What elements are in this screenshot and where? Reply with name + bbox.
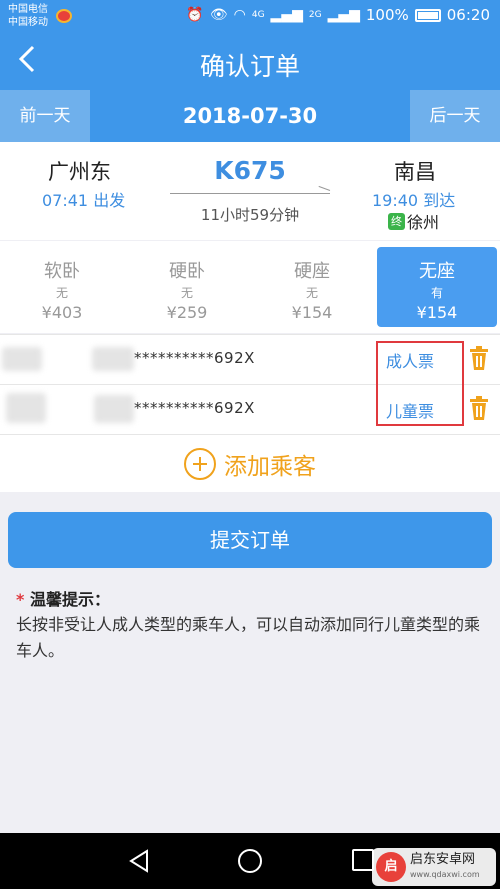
blurred-id-prefix [92, 347, 134, 371]
page-title: 确认订单 [199, 52, 300, 81]
alarm-icon: ⏰ [186, 7, 204, 23]
network-1: 4G [251, 10, 265, 20]
watermark: 启 启东安卓网 www.qdaxwi.com [372, 848, 496, 886]
blurred-name [6, 393, 46, 423]
add-passenger-button[interactable]: 添加乘客 [0, 434, 500, 492]
seat-options: 软卧 无 ¥403 硬卧 无 ¥259 硬座 无 ¥154 无座 有 ¥154 [0, 241, 500, 333]
add-passenger-label: 添加乘客 [224, 453, 316, 480]
seat-option-no-seat[interactable]: 无座 有 ¥154 [377, 247, 497, 327]
train-info: 广州东 07:41 出发 K675 11小时59分钟 南昌 19:40 到达 终… [0, 142, 500, 240]
signal-icon-2: ▂▄▆ [327, 7, 360, 23]
blurred-id-prefix [94, 395, 134, 423]
seat-price: ¥259 [166, 303, 208, 322]
seat-availability: 无 [180, 286, 193, 300]
clock: 06:20 [446, 6, 490, 24]
weibo-icon [56, 9, 72, 23]
terminal-badge: 终 [388, 212, 405, 230]
next-day-button[interactable]: 后一天 [410, 90, 500, 142]
seat-name: 硬座 [294, 261, 330, 282]
seat-price: ¥403 [41, 303, 83, 322]
seat-availability: 无 [305, 286, 318, 300]
nav-bar: 确认订单 [0, 34, 500, 90]
seat-option-hard-sleeper[interactable]: 硬卧 无 ¥259 [127, 247, 247, 327]
date-bar: 前一天 2018-07-30 后一天 [0, 90, 500, 142]
route-arrow [170, 193, 330, 194]
tips-title: * 温馨提示： [16, 586, 110, 610]
tips-title-text: 温馨提示： [29, 590, 110, 609]
watermark-url: www.qdaxwi.com [410, 870, 480, 879]
seat-price: ¥154 [291, 303, 333, 322]
signal-icon: ▂▄▆ [270, 7, 303, 23]
seat-name: 软卧 [44, 261, 80, 282]
ticket-type-highlight-box [376, 341, 464, 426]
passenger-id-number: **********692X [134, 399, 255, 417]
wifi-icon: ◠ [233, 7, 246, 23]
status-bar: 中国电信 中国移动 ⏰ 👁 ◠ 4G ▂▄▆ 2G ▂▄▆ 100% 06:20 [0, 0, 500, 34]
circle-home-icon[interactable] [238, 849, 262, 873]
seat-option-soft-sleeper[interactable]: 软卧 无 ¥403 [2, 247, 122, 327]
watermark-text: 启东安卓网 www.qdaxwi.com [410, 852, 480, 882]
triangle-back-icon[interactable] [128, 849, 150, 877]
eye-icon: 👁 [209, 7, 228, 23]
trash-icon[interactable] [468, 395, 490, 423]
terminal-station: 终 徐州 [388, 209, 439, 233]
seat-name: 无座 [419, 261, 455, 282]
arrival-time: 19:40 到达 [372, 191, 456, 210]
network-2: 2G [308, 10, 322, 20]
battery-percent: 100% [365, 6, 409, 24]
plus-circle-icon [184, 447, 216, 480]
prev-day-button[interactable]: 前一天 [0, 90, 90, 142]
watermark-name: 启东安卓网 [410, 852, 476, 867]
status-indicators: ⏰ 👁 ◠ 4G ▂▄▆ 2G ▂▄▆ 100% 06:20 [186, 6, 490, 24]
terminal-station-name: 徐州 [407, 213, 440, 232]
carrier-2: 中国移动 [8, 17, 48, 28]
tips-body: 长按非受让人成人类型的乘车人，可以自动添加同行儿童类型的乘车人。 [16, 615, 481, 660]
watermark-logo: 启 [376, 852, 406, 882]
submit-order-button[interactable]: 提交订单 [8, 512, 492, 568]
seat-availability: 无 [55, 286, 68, 300]
battery-icon [414, 8, 441, 22]
travel-date[interactable]: 2018-07-30 [90, 90, 410, 142]
asterisk-icon: * [16, 590, 25, 609]
arrival-station: 南昌 [394, 160, 436, 184]
trash-icon[interactable] [468, 345, 490, 373]
seat-availability: 有 [430, 286, 443, 300]
carrier-1: 中国电信 [8, 4, 48, 15]
seat-price: ¥154 [416, 303, 458, 322]
seat-name: 硬卧 [169, 261, 205, 282]
square-recents-icon[interactable] [352, 849, 374, 871]
blurred-name [2, 347, 42, 371]
seat-option-hard-seat[interactable]: 硬座 无 ¥154 [252, 247, 372, 327]
carrier-info: 中国电信 中国移动 [8, 3, 48, 29]
passenger-id-number: **********692X [134, 349, 255, 367]
